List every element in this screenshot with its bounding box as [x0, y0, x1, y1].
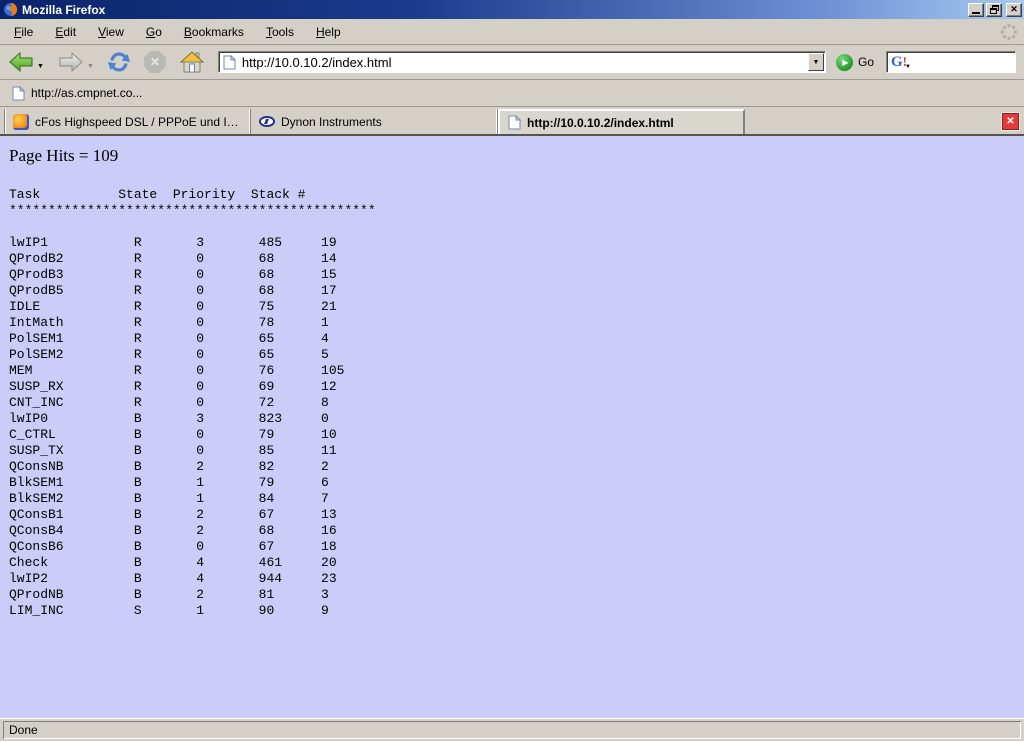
go-label: Go [858, 55, 874, 69]
reload-icon [108, 51, 130, 73]
menu-edit[interactable]: Edit [46, 22, 85, 42]
search-box[interactable]: G! ▼ [886, 51, 1016, 73]
close-tab-button[interactable]: ✕ [1002, 113, 1019, 130]
reload-button[interactable] [106, 49, 132, 75]
status-text: Done [9, 723, 38, 737]
bookmark-item[interactable]: http://as.cmpnet.co... [8, 84, 146, 103]
restore-button[interactable] [986, 3, 1002, 17]
close-icon: ✕ [1010, 4, 1018, 15]
navigation-toolbar: ▼ ▼ ✕ [0, 45, 1024, 80]
minimize-icon [972, 12, 980, 14]
menu-go[interactable]: Go [137, 22, 171, 42]
menu-help[interactable]: Help [307, 22, 350, 42]
status-panel: Done [3, 721, 1021, 739]
page-hits-text: Page Hits = 109 [9, 146, 1024, 166]
back-dropdown-icon[interactable]: ▼ [37, 63, 44, 70]
tab-active-index-page[interactable]: http://10.0.10.2/index.html [498, 109, 745, 134]
menu-tools[interactable]: Tools [257, 22, 303, 42]
tab-cfos[interactable]: cFos Highspeed DSL / PPPoE und ISDN CAP.… [4, 109, 251, 134]
stop-icon: ✕ [144, 51, 166, 73]
firefox-logo-icon [3, 2, 18, 17]
window-controls: ✕ [968, 3, 1022, 17]
tab-label: Dynon Instruments [281, 115, 382, 129]
bookmark-label: http://as.cmpnet.co... [31, 86, 142, 100]
page-icon [223, 55, 236, 70]
status-bar: Done [0, 718, 1024, 742]
menu-file[interactable]: File [5, 22, 42, 42]
page-icon [12, 86, 25, 101]
menu-bookmarks[interactable]: Bookmarks [175, 22, 253, 42]
tab-label: cFos Highspeed DSL / PPPoE und ISDN CAP.… [35, 115, 242, 129]
google-logo-icon[interactable]: G! [891, 55, 907, 69]
page-icon [508, 115, 521, 130]
tab-label: http://10.0.10.2/index.html [527, 116, 674, 130]
throbber-icon [1000, 23, 1018, 41]
back-button[interactable] [6, 50, 36, 74]
close-button[interactable]: ✕ [1006, 3, 1022, 17]
forward-button[interactable] [56, 50, 86, 74]
url-bar[interactable]: ▼ [218, 51, 826, 73]
go-icon: ▶ [836, 54, 853, 71]
tab-dynon[interactable]: Dynon Instruments [251, 109, 498, 134]
home-button[interactable] [178, 49, 206, 75]
stop-button[interactable]: ✕ [142, 49, 168, 75]
menu-view[interactable]: View [89, 22, 133, 42]
task-table: Task State Priority Stack # ************… [9, 187, 1024, 619]
bookmarks-toolbar: http://as.cmpnet.co... [0, 80, 1024, 107]
url-input[interactable] [236, 53, 808, 71]
forward-arrow-icon [58, 52, 84, 72]
back-arrow-icon [8, 52, 34, 72]
home-icon [180, 51, 204, 73]
forward-dropdown-icon[interactable]: ▼ [87, 63, 94, 70]
titlebar: Mozilla Firefox ✕ [0, 0, 1024, 19]
dynon-favicon-icon [259, 116, 275, 127]
browser-content: Page Hits = 109 Task State Priority Stac… [0, 136, 1024, 718]
tab-bar: cFos Highspeed DSL / PPPoE und ISDN CAP.… [0, 107, 1024, 136]
tab-bar-spacer [745, 109, 1002, 134]
menubar: File Edit View Go Bookmarks Tools Help [0, 19, 1024, 45]
search-input[interactable] [911, 55, 1015, 69]
restore-icon [990, 5, 999, 14]
go-button[interactable]: ▶ Go [836, 54, 874, 71]
window-title: Mozilla Firefox [22, 3, 105, 17]
cfos-favicon-icon [13, 114, 29, 130]
minimize-button[interactable] [968, 3, 984, 17]
url-dropdown-button[interactable]: ▼ [808, 53, 824, 71]
